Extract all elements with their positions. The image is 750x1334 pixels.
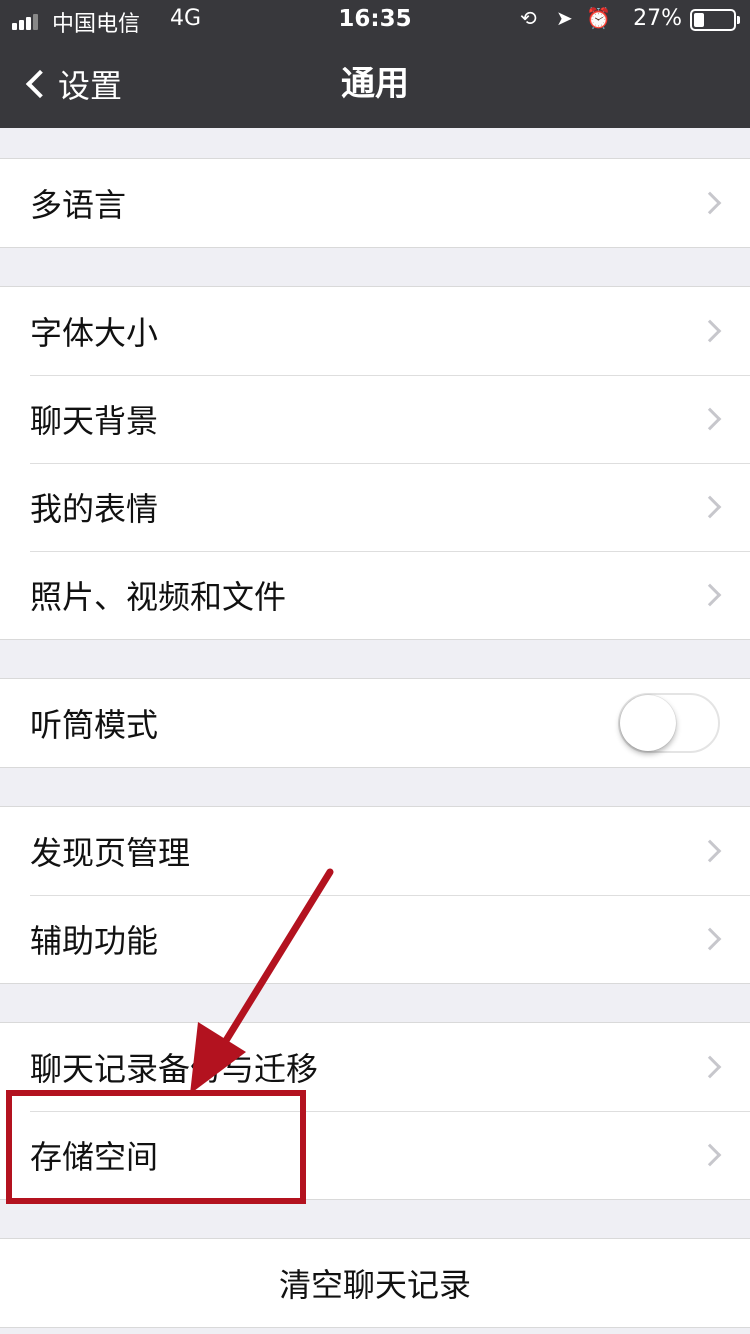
settings-group-earpiece: 听筒模式 bbox=[0, 678, 750, 768]
settings-group-display: 字体大小 聊天背景 我的表情 照片、视频和文件 bbox=[0, 286, 750, 640]
settings-item-language[interactable]: 多语言 bbox=[0, 159, 750, 247]
settings-item-label: 听筒模式 bbox=[30, 706, 159, 744]
settings-item-font-size[interactable]: 字体大小 bbox=[0, 287, 750, 375]
settings-item-chat-background[interactable]: 聊天背景 bbox=[0, 375, 750, 463]
chevron-right-icon bbox=[698, 1143, 722, 1167]
clear-chat-history-label: 清空聊天记录 bbox=[278, 1266, 471, 1304]
annotation-highlight-box bbox=[6, 1090, 306, 1204]
battery-icon bbox=[690, 9, 740, 31]
chevron-right-icon bbox=[698, 319, 722, 343]
settings-item-label: 聊天记录备份与迁移 bbox=[30, 1050, 319, 1088]
toggle-knob bbox=[620, 695, 676, 751]
settings-item-label: 我的表情 bbox=[30, 490, 159, 528]
navigation-header: 中国电信 4G 16:35 ⟲ ➤ ⏰ 27% 设置 通用 bbox=[0, 0, 750, 128]
chevron-right-icon bbox=[698, 407, 722, 431]
settings-item-label: 照片、视频和文件 bbox=[30, 578, 287, 616]
orientation-lock-icon: ⟲ bbox=[520, 6, 537, 30]
alarm-icon: ⏰ bbox=[586, 6, 611, 30]
battery-fill bbox=[694, 13, 704, 27]
status-bar: 中国电信 4G 16:35 ⟲ ➤ ⏰ 27% bbox=[0, 0, 750, 40]
earpiece-mode-toggle[interactable] bbox=[618, 693, 720, 753]
chevron-right-icon bbox=[698, 495, 722, 519]
settings-item-label: 发现页管理 bbox=[30, 834, 191, 872]
settings-item-discover-management[interactable]: 发现页管理 bbox=[0, 807, 750, 895]
settings-item-media-files[interactable]: 照片、视频和文件 bbox=[0, 551, 750, 639]
settings-item-label: 辅助功能 bbox=[30, 922, 159, 960]
settings-item-my-stickers[interactable]: 我的表情 bbox=[0, 463, 750, 551]
battery-percent: 27% bbox=[633, 6, 682, 31]
chevron-right-icon bbox=[698, 927, 722, 951]
settings-item-earpiece-mode: 听筒模式 bbox=[0, 679, 750, 767]
settings-item-label: 多语言 bbox=[30, 186, 127, 224]
settings-item-label: 字体大小 bbox=[30, 314, 159, 352]
settings-group-clear: 清空聊天记录 bbox=[0, 1238, 750, 1328]
settings-group-language: 多语言 bbox=[0, 158, 750, 248]
chevron-right-icon bbox=[698, 191, 722, 215]
settings-item-label: 聊天背景 bbox=[30, 402, 159, 440]
page-title: 通用 bbox=[341, 64, 409, 104]
settings-item-accessibility[interactable]: 辅助功能 bbox=[0, 895, 750, 983]
location-icon: ➤ bbox=[556, 6, 573, 30]
settings-group-discover: 发现页管理 辅助功能 bbox=[0, 806, 750, 984]
clear-chat-history-button[interactable]: 清空聊天记录 bbox=[0, 1239, 750, 1327]
chevron-right-icon bbox=[698, 839, 722, 863]
chevron-right-icon bbox=[698, 583, 722, 607]
chevron-right-icon bbox=[698, 1055, 722, 1079]
status-icons: ⟲ ➤ ⏰ bbox=[520, 6, 620, 36]
